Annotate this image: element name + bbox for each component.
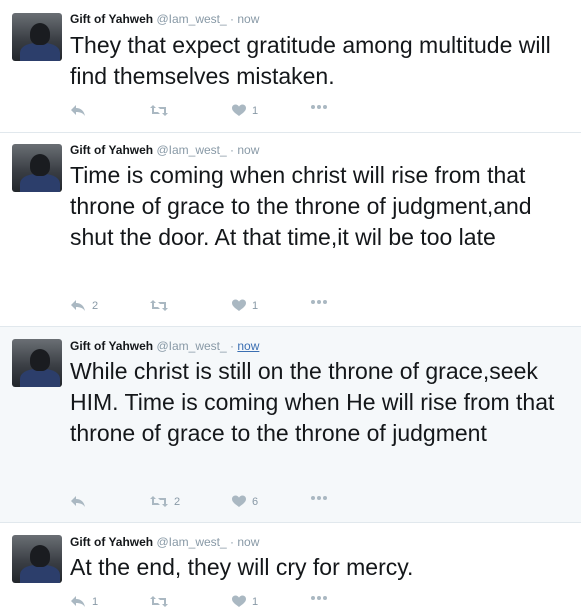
reply-icon [71, 496, 85, 507]
reply-button[interactable]: 1 [70, 595, 98, 608]
retweet-icon [150, 496, 168, 507]
timestamp[interactable]: now [237, 12, 259, 26]
user-handle[interactable]: @Iam_west_ [156, 339, 226, 353]
tweet[interactable]: Gift of Yahweh @Iam_west_ · now At the e… [0, 523, 581, 611]
timestamp[interactable]: now [237, 339, 259, 353]
tweet-header: Gift of Yahweh @Iam_west_ · now [70, 339, 259, 353]
reply-button[interactable] [70, 104, 92, 117]
like-count: 1 [252, 299, 259, 312]
user-name[interactable]: Gift of Yahweh [70, 143, 153, 157]
reply-count: 1 [92, 595, 99, 608]
like-button[interactable]: 6 [232, 495, 258, 508]
tweet-header: Gift of Yahweh @Iam_west_ · now [70, 535, 259, 549]
tweet[interactable]: Gift of Yahweh @Iam_west_ · now While ch… [0, 327, 581, 523]
tweet-text: At the end, they will cry for mercy. [70, 554, 414, 580]
user-handle[interactable]: @Iam_west_ [156, 535, 226, 549]
reply-icon [71, 105, 85, 116]
avatar[interactable] [12, 13, 62, 61]
user-handle[interactable]: @Iam_west_ [156, 12, 226, 26]
more-icon [311, 300, 327, 304]
more-button[interactable] [310, 595, 328, 601]
avatar[interactable] [12, 144, 62, 192]
like-count: 1 [252, 595, 259, 608]
tweet[interactable]: Gift of Yahweh @Iam_west_ · now Time is … [0, 133, 581, 327]
retweet-button[interactable] [150, 299, 174, 312]
like-button[interactable]: 1 [232, 299, 258, 312]
retweet-button[interactable]: 2 [150, 495, 180, 508]
reply-icon [71, 300, 85, 311]
more-icon [311, 596, 327, 600]
user-name[interactable]: Gift of Yahweh [70, 535, 153, 549]
retweet-icon [150, 596, 168, 607]
user-handle[interactable]: @Iam_west_ [156, 143, 226, 157]
like-button[interactable]: 1 [232, 595, 258, 608]
user-name[interactable]: Gift of Yahweh [70, 12, 153, 26]
more-button[interactable] [310, 299, 328, 305]
reply-button[interactable]: 2 [70, 299, 98, 312]
more-icon [311, 105, 327, 109]
avatar[interactable] [12, 339, 62, 387]
more-button[interactable] [310, 495, 328, 501]
reply-count: 2 [92, 299, 99, 312]
heart-icon [232, 299, 246, 311]
heart-icon [232, 595, 246, 607]
reply-button[interactable] [70, 495, 92, 508]
avatar[interactable] [12, 535, 62, 583]
retweet-button[interactable] [150, 595, 174, 608]
tweet-text: They that expect gratitude among multitu… [70, 32, 551, 89]
separator: · [230, 339, 235, 353]
retweet-button[interactable] [150, 104, 174, 117]
heart-icon [232, 104, 246, 116]
tweet-header: Gift of Yahweh @Iam_west_ · now [70, 12, 259, 26]
more-button[interactable] [310, 104, 328, 110]
heart-icon [232, 495, 246, 507]
separator: · [230, 12, 235, 26]
separator: · [230, 535, 235, 549]
tweet-header: Gift of Yahweh @Iam_west_ · now [70, 143, 259, 157]
retweet-count: 2 [174, 495, 181, 508]
user-name[interactable]: Gift of Yahweh [70, 339, 153, 353]
more-icon [311, 496, 327, 500]
tweet[interactable]: Gift of Yahweh @Iam_west_ · now They tha… [0, 0, 581, 133]
like-button[interactable]: 1 [232, 104, 258, 117]
retweet-icon [150, 105, 168, 116]
reply-icon [71, 596, 85, 607]
like-count: 6 [252, 495, 259, 508]
separator: · [230, 143, 235, 157]
timestamp[interactable]: now [237, 535, 259, 549]
like-count: 1 [252, 104, 259, 117]
timestamp[interactable]: now [237, 143, 259, 157]
tweet-text: While christ is still on the throne of g… [70, 358, 555, 446]
retweet-icon [150, 300, 168, 311]
tweet-text: Time is coming when christ will rise fro… [70, 162, 532, 250]
